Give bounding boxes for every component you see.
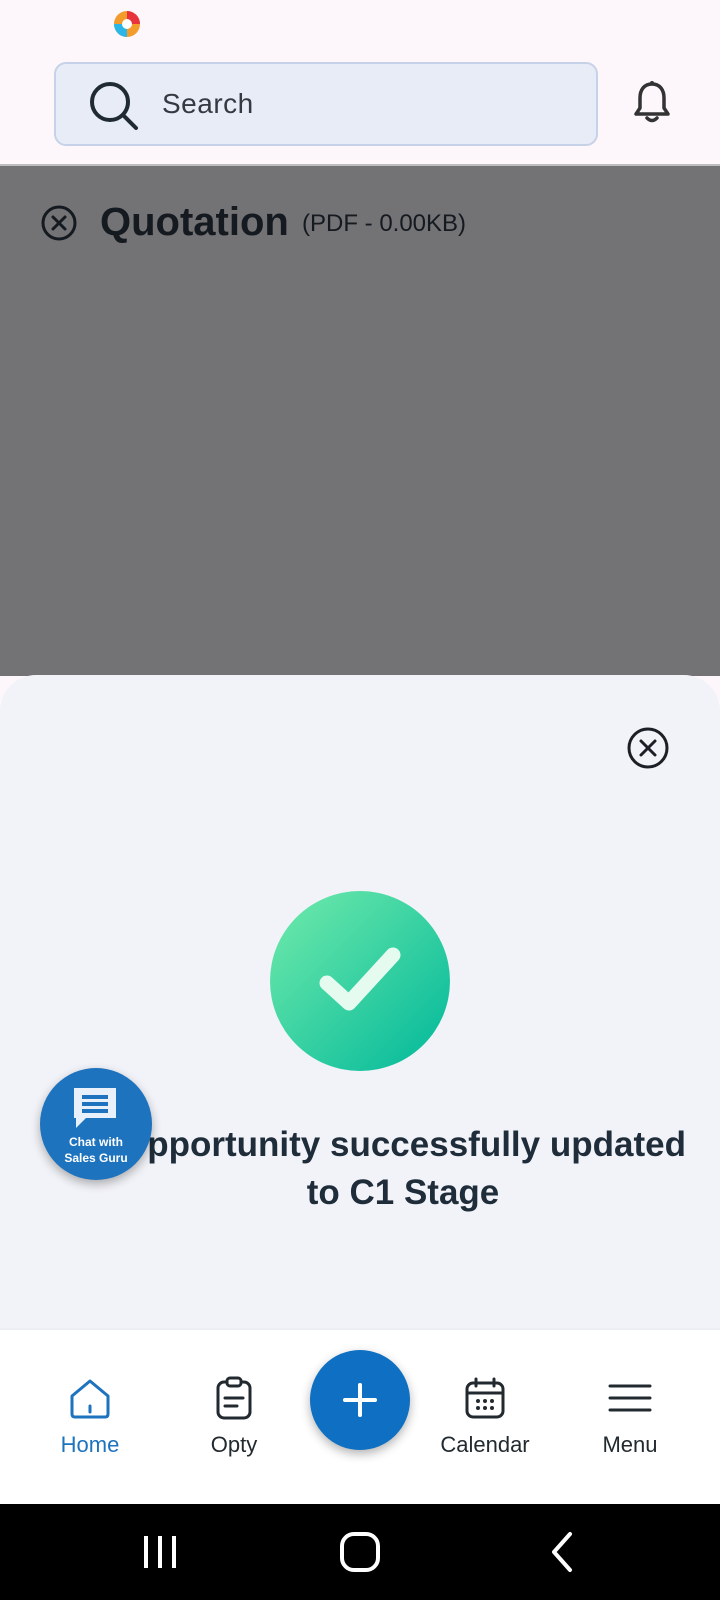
document-viewer-overlay: Quotation (PDF - 0.00KB) (0, 166, 720, 676)
app-logo-icon (114, 11, 140, 37)
system-navigation-bar (0, 1504, 720, 1600)
close-sheet-icon[interactable] (626, 726, 670, 770)
success-sheet: Opportunity successfully updated to C1 S… (0, 675, 720, 1328)
nav-calendar-label: Calendar (440, 1432, 530, 1457)
hamburger-icon (608, 1384, 652, 1412)
plus-icon (343, 1383, 377, 1417)
home-button-icon[interactable] (338, 1530, 382, 1574)
recent-apps-icon[interactable] (138, 1530, 182, 1574)
clipboard-icon (216, 1376, 252, 1420)
checkmark-icon (319, 947, 401, 1011)
search-icon (90, 82, 138, 130)
nav-home-label: Home (60, 1432, 120, 1457)
bell-icon[interactable] (632, 80, 672, 124)
chat-sales-guru-button[interactable]: Chat with Sales Guru (40, 1068, 152, 1180)
home-icon (70, 1379, 110, 1419)
bottom-navigation: Home Opty Calendar Menu (0, 1328, 720, 1504)
status-bar (0, 0, 720, 48)
document-meta: (PDF - 0.00KB) (302, 210, 467, 237)
back-icon[interactable] (540, 1530, 584, 1574)
chat-label: Chat with Sales Guru (40, 1134, 152, 1166)
calendar-icon (465, 1377, 505, 1419)
success-badge (270, 891, 450, 1071)
chat-bubble-icon (74, 1088, 116, 1128)
chat-label-line1: Chat with (69, 1135, 123, 1149)
close-document-icon[interactable] (40, 204, 78, 242)
nav-opty[interactable]: Opty (164, 1330, 304, 1506)
chat-label-line2: Sales Guru (64, 1151, 128, 1165)
nav-opty-label: Opty (210, 1432, 258, 1457)
nav-menu[interactable]: Menu (560, 1330, 700, 1506)
search-input[interactable]: Search (54, 62, 598, 146)
add-button[interactable] (310, 1350, 410, 1450)
search-placeholder: Search (162, 88, 254, 119)
nav-home[interactable]: Home (20, 1330, 160, 1506)
top-bar: Search (0, 48, 720, 166)
document-title: Quotation (100, 200, 289, 244)
nav-calendar[interactable]: Calendar (415, 1330, 555, 1506)
nav-menu-label: Menu (602, 1432, 658, 1457)
